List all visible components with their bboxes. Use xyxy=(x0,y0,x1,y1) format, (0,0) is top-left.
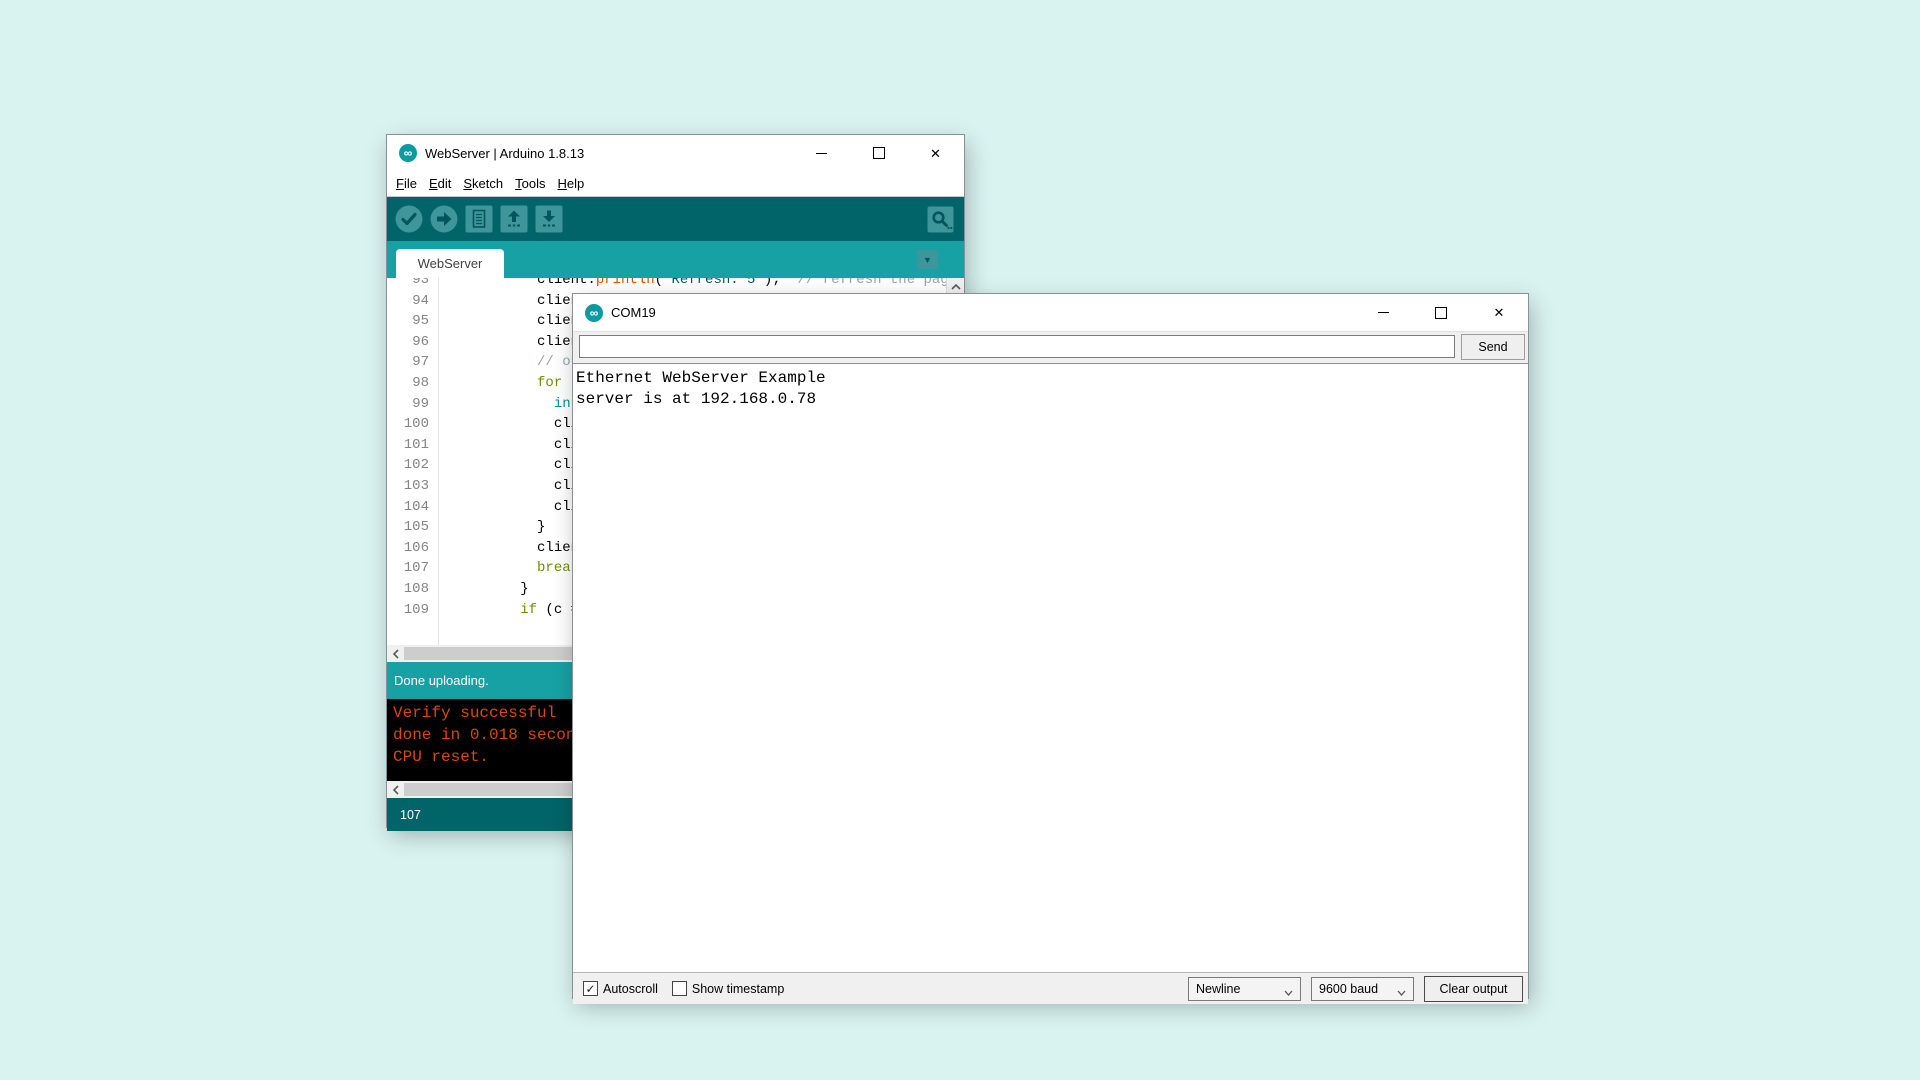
menu-sketch[interactable]: Sketch xyxy=(457,176,509,191)
editor-line-numbers: 9394959697989910010110210310410510610710… xyxy=(387,278,439,645)
maximize-icon xyxy=(1435,307,1447,319)
line-ending-dropdown[interactable]: Newline xyxy=(1188,977,1301,1001)
desktop: ∞ WebServer | Arduino 1.8.13 ✕ File Edit… xyxy=(0,0,1920,1080)
upload-button[interactable] xyxy=(430,205,458,233)
serial-maximize-button[interactable] xyxy=(1412,294,1470,331)
arduino-logo-icon: ∞ xyxy=(585,304,603,322)
line-number: 104 xyxy=(387,497,438,518)
serial-bottom-bar: ✓ Autoscroll Show timestamp Newline 9600… xyxy=(573,973,1528,1004)
menu-file[interactable]: File xyxy=(390,176,423,191)
menu-tools[interactable]: Tools xyxy=(509,176,551,191)
open-button[interactable] xyxy=(500,205,528,233)
new-sketch-button[interactable] xyxy=(465,205,493,233)
status-message: Done uploading. xyxy=(394,673,489,688)
ide-toolbar xyxy=(387,197,964,241)
serial-monitor-window: ∞ COM19 ✕ Send Ethernet WebServer Exampl… xyxy=(573,294,1528,998)
tab-webserver[interactable]: WebServer xyxy=(396,249,504,278)
serial-monitor-icon xyxy=(927,206,954,233)
ide-close-button[interactable]: ✕ xyxy=(907,135,964,171)
serial-minimize-button[interactable] xyxy=(1354,294,1412,331)
serial-input-field[interactable] xyxy=(579,335,1455,358)
close-icon: ✕ xyxy=(930,147,941,160)
upload-icon xyxy=(430,205,458,233)
line-number: 101 xyxy=(387,435,438,456)
ide-window-title: WebServer | Arduino 1.8.13 xyxy=(425,146,584,161)
line-number: 96 xyxy=(387,332,438,353)
close-icon: ✕ xyxy=(1494,306,1505,319)
line-number: 105 xyxy=(387,517,438,538)
line-number: 97 xyxy=(387,352,438,373)
send-button[interactable]: Send xyxy=(1461,334,1525,360)
clear-output-button[interactable]: Clear output xyxy=(1424,976,1523,1002)
show-timestamp-label: Show timestamp xyxy=(692,982,784,996)
checkmark-icon: ✓ xyxy=(585,983,595,995)
serial-output-line: server is at 192.168.0.78 xyxy=(576,389,1528,410)
serial-close-button[interactable]: ✕ xyxy=(1470,294,1528,331)
chevron-down-icon xyxy=(1284,985,1293,999)
autoscroll-label: Autoscroll xyxy=(603,982,658,996)
open-icon xyxy=(500,205,528,233)
line-number: 103 xyxy=(387,476,438,497)
show-timestamp-checkbox[interactable] xyxy=(672,981,687,996)
line-number: 95 xyxy=(387,311,438,332)
line-number: 98 xyxy=(387,373,438,394)
ide-minimize-button[interactable] xyxy=(793,135,850,171)
serial-output-line: Ethernet WebServer Example xyxy=(576,368,1528,389)
scroll-up-button[interactable] xyxy=(947,278,964,295)
chevron-up-icon xyxy=(951,284,961,290)
line-number: 100 xyxy=(387,414,438,435)
chevron-down-icon: ▼ xyxy=(923,255,932,265)
baud-rate-dropdown[interactable]: 9600 baud xyxy=(1311,977,1414,1001)
arduino-logo-icon: ∞ xyxy=(399,144,417,162)
minimize-icon xyxy=(1378,312,1389,313)
ide-maximize-button[interactable] xyxy=(850,135,907,171)
chevron-down-icon xyxy=(1397,985,1406,999)
line-number: 93 xyxy=(387,278,438,291)
line-number: 108 xyxy=(387,579,438,600)
menu-edit[interactable]: Edit xyxy=(423,176,457,191)
serial-output-area: Ethernet WebServer Exampleserver is at 1… xyxy=(573,363,1528,973)
menu-help[interactable]: Help xyxy=(551,176,590,191)
serial-input-row: Send xyxy=(573,332,1528,363)
editor-gutter: 9394959697989910010110210310410510610710… xyxy=(387,278,438,620)
line-number: 107 xyxy=(387,558,438,579)
line-number: 102 xyxy=(387,455,438,476)
save-icon xyxy=(535,205,563,233)
chevron-left-icon xyxy=(393,785,399,795)
line-number: 106 xyxy=(387,538,438,559)
serial-window-title: COM19 xyxy=(611,305,656,320)
scroll-left-button[interactable] xyxy=(387,645,404,662)
ide-titlebar[interactable]: ∞ WebServer | Arduino 1.8.13 ✕ xyxy=(387,135,964,171)
code-line: client.println("Refresh: 5"); // refresh… xyxy=(453,278,964,291)
serial-monitor-button[interactable] xyxy=(926,205,954,233)
maximize-icon xyxy=(873,147,885,159)
save-button[interactable] xyxy=(535,205,563,233)
ide-menubar: File Edit Sketch Tools Help xyxy=(387,171,964,197)
verify-icon xyxy=(395,205,423,233)
autoscroll-checkbox[interactable]: ✓ xyxy=(583,981,598,996)
scroll-left-button[interactable] xyxy=(387,781,404,798)
new-sketch-icon xyxy=(465,205,493,233)
line-number: 109 xyxy=(387,600,438,621)
ide-tabstrip: WebServer ▼ xyxy=(387,241,964,278)
current-line-number: 107 xyxy=(400,808,421,822)
chevron-left-icon xyxy=(393,649,399,659)
serial-titlebar[interactable]: ∞ COM19 ✕ xyxy=(573,294,1528,332)
line-number: 99 xyxy=(387,394,438,415)
line-number: 94 xyxy=(387,291,438,312)
minimize-icon xyxy=(816,153,827,154)
tab-list-dropdown-button[interactable]: ▼ xyxy=(917,250,938,269)
verify-button[interactable] xyxy=(395,205,423,233)
